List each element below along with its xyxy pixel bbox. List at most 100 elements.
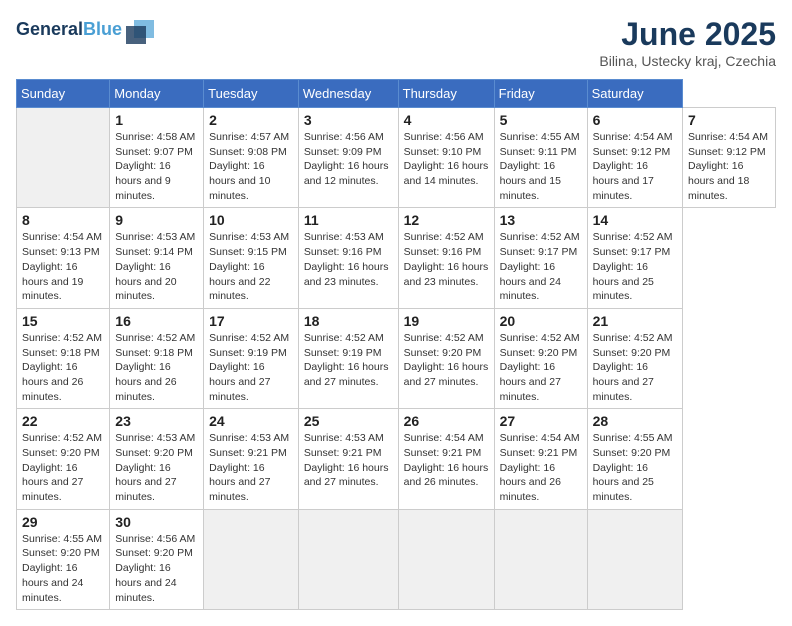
sunset: Sunset: 9:10 PM xyxy=(404,146,482,158)
daylight: Daylight: 16 hours and 22 minutes. xyxy=(209,261,270,302)
col-tuesday: Tuesday xyxy=(204,80,299,108)
sunset: Sunset: 9:20 PM xyxy=(593,347,671,359)
daylight: Daylight: 16 hours and 12 minutes. xyxy=(304,160,389,187)
calendar-week-row: 8 Sunrise: 4:54 AM Sunset: 9:13 PM Dayli… xyxy=(17,208,776,308)
sunset: Sunset: 9:11 PM xyxy=(500,146,577,158)
col-monday: Monday xyxy=(110,80,204,108)
logo-icon xyxy=(124,16,156,44)
sunset: Sunset: 9:17 PM xyxy=(500,246,578,258)
sunset: Sunset: 9:20 PM xyxy=(593,447,671,459)
calendar-cell: 4 Sunrise: 4:56 AM Sunset: 9:10 PM Dayli… xyxy=(398,108,494,208)
calendar-week-row: 29 Sunrise: 4:55 AM Sunset: 9:20 PM Dayl… xyxy=(17,509,776,609)
day-number: 27 xyxy=(500,413,582,429)
day-info: Sunrise: 4:53 AM Sunset: 9:21 PM Dayligh… xyxy=(209,431,293,504)
calendar-cell: 6 Sunrise: 4:54 AM Sunset: 9:12 PM Dayli… xyxy=(587,108,682,208)
sunset: Sunset: 9:21 PM xyxy=(500,447,578,459)
day-info: Sunrise: 4:55 AM Sunset: 9:20 PM Dayligh… xyxy=(593,431,677,504)
day-number: 6 xyxy=(593,112,677,128)
calendar-cell xyxy=(298,509,398,609)
day-number: 8 xyxy=(22,212,104,228)
daylight: Daylight: 16 hours and 24 minutes. xyxy=(22,562,83,603)
col-saturday: Saturday xyxy=(587,80,682,108)
day-number: 12 xyxy=(404,212,489,228)
day-number: 23 xyxy=(115,413,198,429)
day-number: 2 xyxy=(209,112,293,128)
day-number: 3 xyxy=(304,112,393,128)
calendar-cell: 13 Sunrise: 4:52 AM Sunset: 9:17 PM Dayl… xyxy=(494,208,587,308)
calendar-cell: 7 Sunrise: 4:54 AM Sunset: 9:12 PM Dayli… xyxy=(682,108,775,208)
sunrise: Sunrise: 4:53 AM xyxy=(304,231,384,243)
daylight: Daylight: 16 hours and 23 minutes. xyxy=(304,261,389,288)
calendar-week-row: 22 Sunrise: 4:52 AM Sunset: 9:20 PM Dayl… xyxy=(17,409,776,509)
calendar-cell xyxy=(204,509,299,609)
sunrise: Sunrise: 4:54 AM xyxy=(593,131,673,143)
daylight: Daylight: 16 hours and 27 minutes. xyxy=(209,462,270,503)
calendar-table: Sunday Monday Tuesday Wednesday Thursday… xyxy=(16,79,776,610)
calendar-cell: 1 Sunrise: 4:58 AM Sunset: 9:07 PM Dayli… xyxy=(110,108,204,208)
day-number: 14 xyxy=(593,212,677,228)
calendar-cell: 28 Sunrise: 4:55 AM Sunset: 9:20 PM Dayl… xyxy=(587,409,682,509)
day-info: Sunrise: 4:52 AM Sunset: 9:20 PM Dayligh… xyxy=(404,331,489,390)
day-number: 30 xyxy=(115,514,198,530)
day-info: Sunrise: 4:53 AM Sunset: 9:21 PM Dayligh… xyxy=(304,431,393,490)
sunset: Sunset: 9:20 PM xyxy=(115,547,193,559)
sunset: Sunset: 9:20 PM xyxy=(500,347,578,359)
sunrise: Sunrise: 4:52 AM xyxy=(22,432,102,444)
daylight: Daylight: 16 hours and 26 minutes. xyxy=(115,361,176,402)
sunset: Sunset: 9:19 PM xyxy=(304,347,382,359)
day-info: Sunrise: 4:52 AM Sunset: 9:20 PM Dayligh… xyxy=(500,331,582,404)
logo: GeneralBlue xyxy=(16,16,156,44)
sunset: Sunset: 9:21 PM xyxy=(404,447,482,459)
day-number: 24 xyxy=(209,413,293,429)
day-number: 10 xyxy=(209,212,293,228)
day-info: Sunrise: 4:53 AM Sunset: 9:20 PM Dayligh… xyxy=(115,431,198,504)
sunrise: Sunrise: 4:55 AM xyxy=(593,432,673,444)
daylight: Daylight: 16 hours and 24 minutes. xyxy=(115,562,176,603)
day-number: 5 xyxy=(500,112,582,128)
daylight: Daylight: 16 hours and 19 minutes. xyxy=(22,261,83,302)
day-info: Sunrise: 4:56 AM Sunset: 9:09 PM Dayligh… xyxy=(304,130,393,189)
day-number: 18 xyxy=(304,313,393,329)
sunrise: Sunrise: 4:55 AM xyxy=(500,131,580,143)
day-info: Sunrise: 4:55 AM Sunset: 9:20 PM Dayligh… xyxy=(22,532,104,605)
calendar-cell: 29 Sunrise: 4:55 AM Sunset: 9:20 PM Dayl… xyxy=(17,509,110,609)
sunset: Sunset: 9:09 PM xyxy=(304,146,382,158)
sunrise: Sunrise: 4:54 AM xyxy=(500,432,580,444)
daylight: Daylight: 16 hours and 15 minutes. xyxy=(500,160,561,201)
calendar-cell: 30 Sunrise: 4:56 AM Sunset: 9:20 PM Dayl… xyxy=(110,509,204,609)
daylight: Daylight: 16 hours and 14 minutes. xyxy=(404,160,489,187)
day-info: Sunrise: 4:57 AM Sunset: 9:08 PM Dayligh… xyxy=(209,130,293,203)
day-info: Sunrise: 4:52 AM Sunset: 9:19 PM Dayligh… xyxy=(209,331,293,404)
col-sunday: Sunday xyxy=(17,80,110,108)
day-info: Sunrise: 4:52 AM Sunset: 9:17 PM Dayligh… xyxy=(500,230,582,303)
sunset: Sunset: 9:20 PM xyxy=(22,447,100,459)
calendar-week-row: 1 Sunrise: 4:58 AM Sunset: 9:07 PM Dayli… xyxy=(17,108,776,208)
calendar-cell xyxy=(587,509,682,609)
calendar-cell: 27 Sunrise: 4:54 AM Sunset: 9:21 PM Dayl… xyxy=(494,409,587,509)
calendar-cell: 15 Sunrise: 4:52 AM Sunset: 9:18 PM Dayl… xyxy=(17,308,110,408)
sunset: Sunset: 9:12 PM xyxy=(593,146,671,158)
daylight: Daylight: 16 hours and 26 minutes. xyxy=(404,462,489,489)
month-title: June 2025 xyxy=(599,16,776,53)
day-info: Sunrise: 4:54 AM Sunset: 9:13 PM Dayligh… xyxy=(22,230,104,303)
calendar-cell: 20 Sunrise: 4:52 AM Sunset: 9:20 PM Dayl… xyxy=(494,308,587,408)
day-number: 9 xyxy=(115,212,198,228)
sunrise: Sunrise: 4:52 AM xyxy=(593,332,673,344)
sunrise: Sunrise: 4:53 AM xyxy=(115,231,195,243)
calendar-cell: 21 Sunrise: 4:52 AM Sunset: 9:20 PM Dayl… xyxy=(587,308,682,408)
logo-text: GeneralBlue xyxy=(16,20,122,40)
daylight: Daylight: 16 hours and 27 minutes. xyxy=(22,462,83,503)
sunset: Sunset: 9:20 PM xyxy=(404,347,482,359)
sunrise: Sunrise: 4:52 AM xyxy=(209,332,289,344)
calendar-cell: 3 Sunrise: 4:56 AM Sunset: 9:09 PM Dayli… xyxy=(298,108,398,208)
daylight: Daylight: 16 hours and 10 minutes. xyxy=(209,160,270,201)
sunrise: Sunrise: 4:52 AM xyxy=(500,231,580,243)
sunrise: Sunrise: 4:53 AM xyxy=(304,432,384,444)
calendar-cell: 2 Sunrise: 4:57 AM Sunset: 9:08 PM Dayli… xyxy=(204,108,299,208)
day-info: Sunrise: 4:52 AM Sunset: 9:16 PM Dayligh… xyxy=(404,230,489,289)
calendar-cell: 9 Sunrise: 4:53 AM Sunset: 9:14 PM Dayli… xyxy=(110,208,204,308)
sunrise: Sunrise: 4:58 AM xyxy=(115,131,195,143)
sunset: Sunset: 9:15 PM xyxy=(209,246,287,258)
day-number: 25 xyxy=(304,413,393,429)
day-number: 29 xyxy=(22,514,104,530)
